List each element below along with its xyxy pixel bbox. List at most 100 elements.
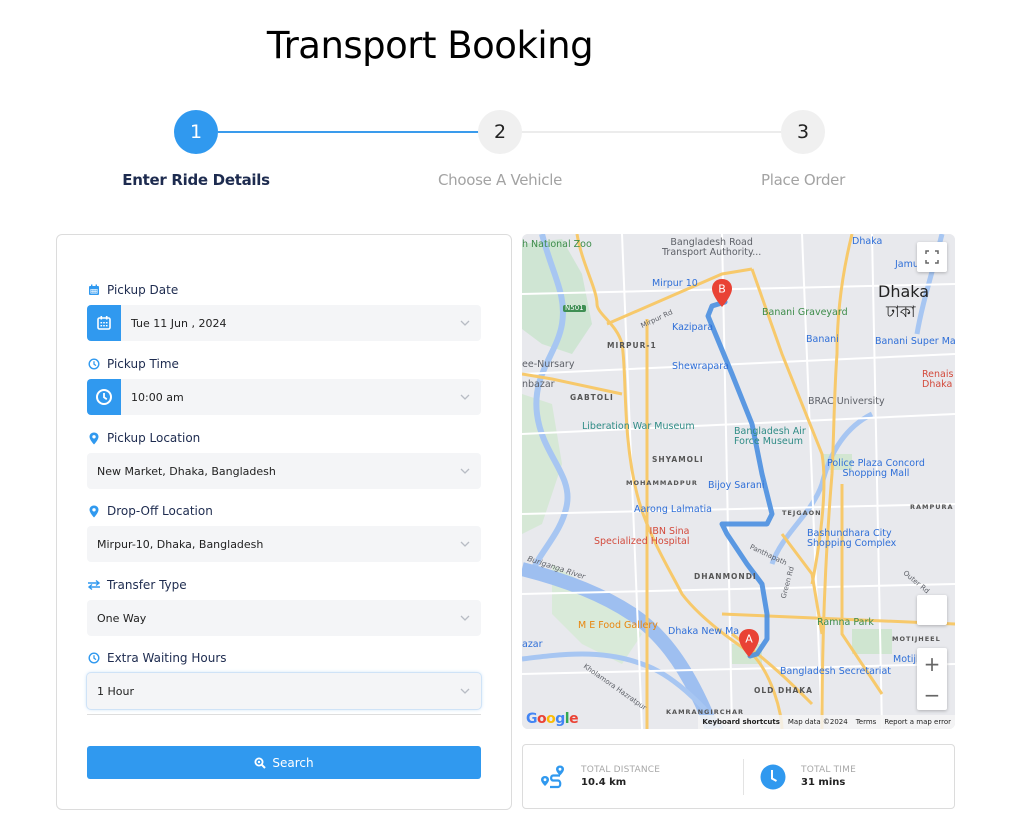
select-value: Mirpur-10, Dhaka, Bangladesh <box>97 537 264 551</box>
chevron-down-icon <box>460 615 470 621</box>
map-label: Ramna Park <box>817 617 874 628</box>
map-label: Bangladesh Road Transport Authority... <box>662 237 762 258</box>
pickup-date-select[interactable]: Tue 11 Jun , 2024 <box>87 305 481 341</box>
zoom-controls: + − <box>917 648 947 710</box>
map-label: Banani <box>806 334 839 345</box>
clock-icon <box>87 379 121 415</box>
select-value: 10:00 am <box>131 390 184 404</box>
destination-marker[interactable]: B <box>711 278 733 308</box>
map-label: MOTIJHEEL <box>892 635 941 643</box>
total-distance: TOTAL DISTANCE 10.4 km <box>539 745 660 808</box>
chevron-down-icon <box>460 468 470 474</box>
report-map-error-link[interactable]: Report a map error <box>884 718 951 726</box>
map-label: SHYAMOLI <box>652 455 704 464</box>
step-choose-vehicle[interactable]: 2 Choose A Vehicle <box>420 110 580 189</box>
progress-stepper: 1 Enter Ride Details 2 Choose A Vehicle … <box>0 110 1024 200</box>
route-map[interactable]: h National Zoo Bangladesh Road Transport… <box>522 234 955 729</box>
map-label: Dhaka New Ma <box>668 626 740 637</box>
map-pin-icon <box>87 504 101 518</box>
fullscreen-icon <box>925 250 939 264</box>
map-label: Bashundhara City Shopping Complex <box>807 528 897 549</box>
map-label: MOHAMMADPUR <box>626 479 698 487</box>
swap-arrows-icon <box>87 578 101 592</box>
field-label: Drop-Off Location <box>107 504 213 518</box>
road-shield: N501 <box>563 304 586 313</box>
map-label: Banani Graveyard <box>762 307 848 318</box>
search-button-label: Search <box>272 755 314 770</box>
fullscreen-button[interactable] <box>917 242 947 272</box>
map-attribution: Keyboard shortcuts Map data ©2024 Terms … <box>698 715 955 729</box>
pickup-location-select[interactable]: New Market, Dhaka, Bangladesh <box>87 453 481 489</box>
select-value: 1 Hour <box>97 684 134 698</box>
time-caption: TOTAL TIME <box>801 765 857 775</box>
transfer-type-field: Transfer Type One Way <box>87 576 481 636</box>
summary-divider <box>743 759 744 795</box>
map-label: M E Food Gallery <box>578 620 658 631</box>
step-place-order[interactable]: 3 Place Order <box>723 110 883 189</box>
chevron-down-icon <box>460 688 470 694</box>
map-label: BRAC University <box>808 396 885 407</box>
map-label: nbazar <box>522 379 555 390</box>
zoom-in-button[interactable]: + <box>917 648 947 679</box>
map-label: TEJGAON <box>782 509 822 517</box>
clock-icon <box>87 357 101 371</box>
map-label: Dhaka <box>878 282 930 301</box>
terms-link[interactable]: Terms <box>856 718 877 726</box>
origin-marker[interactable]: A <box>738 628 760 658</box>
map-label: Bijoy Sarani <box>708 480 765 491</box>
chevron-down-icon <box>460 541 470 547</box>
field-label: Pickup Date <box>107 283 179 297</box>
map-pin-icon <box>87 431 101 445</box>
field-label: Transfer Type <box>107 578 187 592</box>
step-number: 1 <box>174 110 218 154</box>
map-label: Shewrapara <box>672 361 729 372</box>
distance-value: 10.4 km <box>581 777 627 788</box>
map-label: Police Plaza Concord Shopping Mall <box>827 458 925 479</box>
map-label: Banani Super Ma <box>875 336 955 347</box>
map-label: DHANMONDI <box>694 572 757 581</box>
search-button[interactable]: Search <box>87 746 481 779</box>
map-label: Kazipara <box>672 322 714 333</box>
trip-summary: TOTAL DISTANCE 10.4 km TOTAL TIME 31 min… <box>522 744 955 809</box>
extra-waiting-hours-select[interactable]: 1 Hour <box>87 673 481 709</box>
step-number: 3 <box>781 110 825 154</box>
dropoff-location-select[interactable]: Mirpur-10, Dhaka, Bangladesh <box>87 526 481 562</box>
chevron-down-icon <box>460 394 470 400</box>
map-label: ঢাকা <box>886 302 916 321</box>
marker-label: A <box>745 633 753 646</box>
pickup-time-field: Pickup Time 10:00 am <box>87 355 481 415</box>
map-label: Mirpur 10 <box>652 278 698 289</box>
zoom-out-button[interactable]: − <box>917 679 947 710</box>
keyboard-shortcuts-link[interactable]: Keyboard shortcuts <box>702 718 779 726</box>
select-value: One Way <box>97 611 147 625</box>
clock-icon <box>87 651 101 665</box>
step-label: Enter Ride Details <box>122 171 270 189</box>
total-time: TOTAL TIME 31 mins <box>759 745 856 808</box>
pickup-date-field: Pickup Date Tue 11 Jun , 2024 <box>87 281 481 341</box>
step-enter-ride-details[interactable]: 1 Enter Ride Details <box>116 110 276 189</box>
marker-label: B <box>718 283 726 296</box>
chevron-down-icon <box>460 320 470 326</box>
dropoff-location-field: Drop-Off Location Mirpur-10, Dhaka, Bang… <box>87 502 481 562</box>
transfer-type-select[interactable]: One Way <box>87 600 481 636</box>
map-data-text: Map data ©2024 <box>787 718 848 726</box>
map-label: Bangladesh Secretariat <box>780 666 891 677</box>
form-divider <box>87 714 481 715</box>
map-label: h National Zoo <box>522 239 592 250</box>
pickup-location-field: Pickup Location New Market, Dhaka, Bangl… <box>87 429 481 489</box>
field-label: Pickup Location <box>107 431 201 445</box>
step-label: Place Order <box>761 171 845 189</box>
clock-icon <box>759 763 787 791</box>
extra-waiting-hours-field: Extra Waiting Hours 1 Hour <box>87 649 481 709</box>
street-view-button[interactable] <box>917 595 947 625</box>
map-label: azar <box>522 639 543 650</box>
ride-details-form: Pickup Date Tue 11 Jun , 2024 Pickup Tim… <box>56 234 512 810</box>
calendar-icon <box>87 305 121 341</box>
map-label: Dhaka <box>852 236 883 247</box>
map-label: OLD DHAKA <box>754 686 813 695</box>
calendar-icon <box>87 283 101 297</box>
search-icon <box>254 757 267 769</box>
pickup-time-select[interactable]: 10:00 am <box>87 379 481 415</box>
map-label: Renais Dhaka <box>922 369 954 390</box>
select-value: Tue 11 Jun , 2024 <box>131 316 227 330</box>
